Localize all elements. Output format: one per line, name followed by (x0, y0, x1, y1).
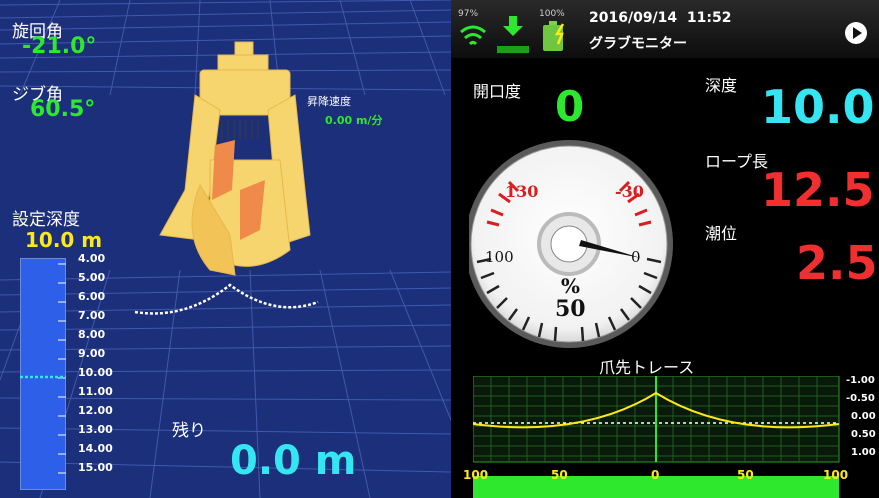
set-depth-value: 10.0 m (25, 228, 103, 252)
swing-angle-value: -21.0° (22, 34, 97, 59)
opening-label: 開口度 (473, 82, 522, 101)
depth-tick-label: 6.00 (78, 290, 106, 303)
depth-tick-label: 14.00 (78, 442, 113, 455)
jib-angle-value: 60.5° (30, 97, 96, 122)
trace-title: 爪先トレース (599, 358, 695, 377)
dial-label-100: 100 (485, 248, 514, 266)
opening-value: 0 (555, 82, 585, 131)
clamshell-grab-icon (159, 41, 311, 276)
trace-y-label: 0.50 (851, 429, 876, 440)
dial-unit: % (561, 274, 581, 298)
next-button[interactable] (845, 22, 867, 44)
depth-tick-label: 9.00 (78, 347, 106, 360)
wifi-percent: 97% (458, 9, 479, 19)
depth-tick-label: 12.00 (78, 404, 113, 417)
trace-y-label: 0.00 (851, 411, 876, 422)
rope-length-label: ロープ長 (705, 152, 769, 171)
trace-x-label: 100 (463, 468, 489, 482)
trace-x-label: 50 (737, 468, 754, 482)
grab-monitor-panel: 97% 100% 2016/09/14 11:52 グラブモニター 開口度 0 … (451, 0, 879, 498)
depth-tick-label: 7.00 (78, 309, 106, 322)
dial-label-minus30: -30 (615, 182, 644, 201)
depth-tick-label: 13.00 (78, 423, 113, 436)
depth-tick-label: 8.00 (78, 328, 106, 341)
screen-title: グラブモニター (589, 36, 687, 52)
play-icon (853, 27, 862, 39)
dial-label-50: 50 (555, 296, 586, 322)
set-depth-label: 設定深度 (12, 210, 80, 230)
remaining-label: 残り (172, 421, 206, 441)
tide-value: 2.5 (796, 236, 878, 290)
wifi-signal-icon (460, 25, 486, 46)
trace-x-label: 100 (823, 468, 849, 482)
trace-y-label: 1.00 (851, 447, 876, 458)
trace-y-label: -0.50 (846, 393, 875, 404)
date-time: 2016/09/14 11:52 (589, 10, 732, 26)
depth-value: 10.0 (761, 80, 875, 134)
depth-tick-label: 15.00 (78, 461, 113, 474)
hoist-speed-value: 0.00 m/分 (325, 114, 383, 127)
depth-tick-label: 5.00 (78, 271, 106, 284)
trace-y-label: -1.00 (846, 375, 875, 386)
depth-gauge-ticks (20, 263, 66, 474)
dial-label-130: 130 (505, 182, 539, 201)
tide-label: 潮位 (705, 224, 738, 243)
battery-charging-icon (543, 21, 565, 51)
depth-tick-label: 11.00 (78, 385, 113, 398)
rope-length-value: 12.5 (761, 163, 875, 217)
trace-x-label: 50 (551, 468, 568, 482)
download-arrow-icon (497, 16, 529, 53)
remaining-value: 0.0 m (230, 438, 357, 484)
hoist-speed-label: 昇降速度 (307, 95, 351, 108)
depth-tick-label: 10.00 (78, 366, 113, 379)
dial-label-0: 0 (631, 248, 641, 266)
opening-dial (469, 140, 673, 348)
trace-x-label: 0 (651, 468, 660, 482)
grab-3d-view: 旋回角 -21.0° ジブ角 60.5° 昇降速度 0.00 m/分 設定深度 … (0, 0, 451, 498)
battery-percent: 100% (539, 9, 565, 19)
depth-tick-label: 4.00 (78, 252, 106, 265)
depth-label: 深度 (705, 76, 738, 95)
